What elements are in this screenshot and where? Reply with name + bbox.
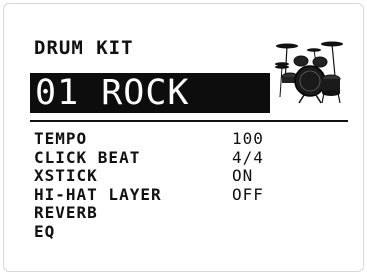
- param-value: 4/4: [232, 147, 264, 167]
- param-value: OFF: [232, 184, 264, 204]
- parameter-list: TEMPO 100 CLICK BEAT 4/4 XSTICK ON HI-HA…: [34, 130, 334, 242]
- lcd-screen: DRUM KIT 01 ROCK TEMPO 100 CLICK BEAT 4/…: [3, 3, 364, 272]
- param-row-hi-hat-layer[interactable]: HI-HAT LAYER OFF: [34, 184, 334, 205]
- param-row-reverb[interactable]: REVERB: [34, 204, 334, 223]
- param-label: XSTICK: [34, 166, 98, 186]
- param-label: EQ: [34, 221, 56, 241]
- param-label: CLICK BEAT: [34, 147, 141, 167]
- screen-title: DRUM KIT: [34, 37, 134, 59]
- param-row-xstick[interactable]: XSTICK ON: [34, 167, 334, 186]
- param-value: 100: [232, 129, 264, 148]
- param-row-tempo[interactable]: TEMPO 100: [34, 130, 334, 149]
- divider: [30, 120, 348, 122]
- param-value: ON: [232, 166, 254, 186]
- kit-selector[interactable]: 01 ROCK: [30, 73, 270, 113]
- param-label: HI-HAT LAYER: [34, 184, 162, 204]
- param-label: TEMPO: [34, 129, 88, 148]
- drum-kit-icon: [275, 41, 343, 104]
- param-label: REVERB: [34, 203, 98, 223]
- param-row-click-beat[interactable]: CLICK BEAT 4/4: [34, 147, 334, 168]
- kit-name: 01 ROCK: [35, 73, 190, 113]
- param-row-eq[interactable]: EQ: [34, 221, 334, 242]
